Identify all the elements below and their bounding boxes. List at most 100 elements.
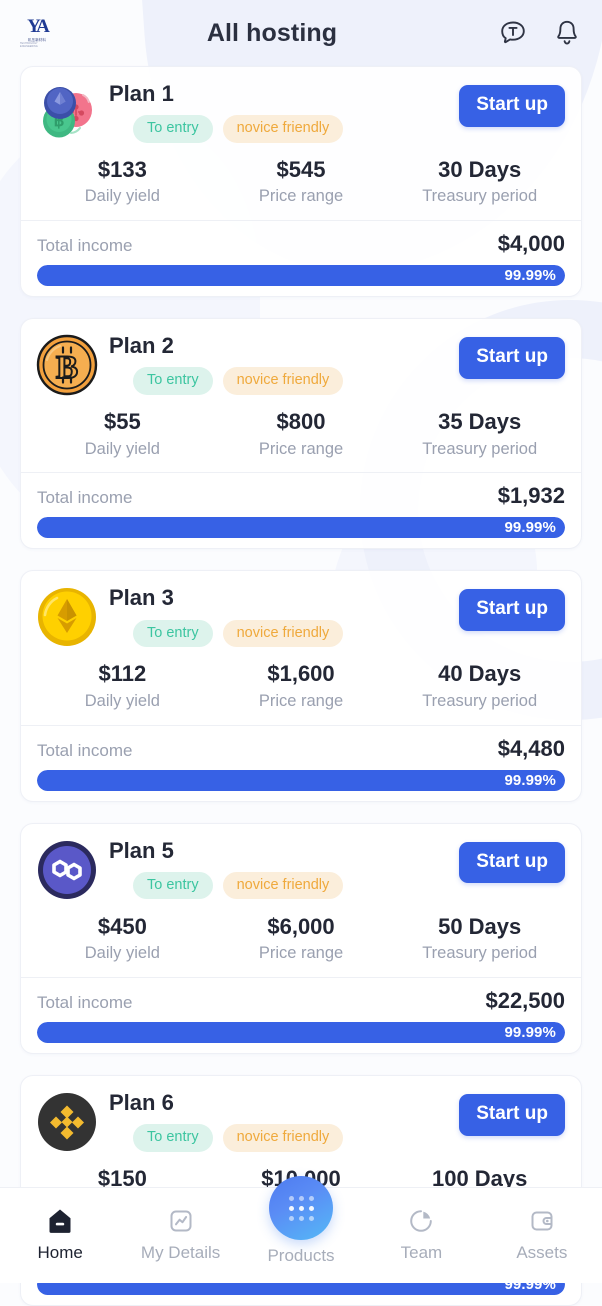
stat-label: Treasury period	[422, 691, 538, 710]
badge-to-entry: To entry	[133, 115, 213, 143]
plan-card[interactable]: Plan 5 To entry novice friendly Start up…	[20, 822, 582, 1054]
nav-item-products[interactable]: Products	[241, 1162, 361, 1266]
progress-bar: 99.99%	[37, 517, 565, 539]
plan-card[interactable]: B Plan 2 To entry novice friendly Start …	[20, 318, 582, 550]
nav-item-team[interactable]: Team	[361, 1188, 481, 1263]
binance-coin-icon	[35, 1090, 99, 1154]
stat-daily-yield: $450 Daily yield	[33, 914, 212, 964]
progress-bar: 99.99%	[37, 1021, 565, 1043]
pie-chart-icon	[405, 1202, 437, 1240]
plan-list: ฿ Plan 1 To entry novice friendly Start …	[0, 66, 602, 1306]
plan-stats: $450 Daily yield $6,000 Price range 50 D…	[21, 914, 581, 964]
ethereum-coin-icon	[35, 585, 99, 649]
coin-cluster-icon: ฿	[35, 81, 99, 145]
progress-label: 99.99%	[504, 771, 556, 789]
badge-novice-friendly: novice friendly	[222, 871, 344, 900]
total-income-label: Total income	[37, 992, 133, 1012]
stat-label: Price range	[258, 187, 344, 206]
total-income-label: Total income	[37, 236, 133, 256]
stat-treasury-period: 35 Days Treasury period	[390, 409, 569, 459]
stat-price-range: $1,600 Price range	[212, 661, 391, 711]
total-income-value: $1,932	[497, 483, 565, 509]
grid-dots-icon[interactable]	[269, 1176, 334, 1240]
stat-value: $133	[97, 157, 147, 182]
nav-label: My Details	[140, 1243, 221, 1262]
badge-novice-friendly: novice friendly	[222, 115, 344, 143]
progress-wrap: 99.99%	[21, 265, 581, 287]
total-income-row: Total income $22,500	[21, 978, 581, 1014]
progress-label: 99.99%	[504, 267, 556, 285]
home-icon	[44, 1202, 76, 1240]
start-up-button[interactable]: Start up	[459, 1093, 565, 1136]
badge-to-entry: To entry	[133, 367, 213, 396]
plan-stats: $112 Daily yield $1,600 Price range 40 D…	[21, 661, 581, 711]
stat-label: Treasury period	[422, 943, 538, 962]
total-income-label: Total income	[37, 488, 133, 508]
bottom-navigation: Home My Details Products Team Assets	[0, 1176, 602, 1283]
stat-daily-yield: $133 Daily yield	[33, 157, 212, 207]
total-income-row: Total income $4,480	[21, 726, 581, 762]
total-income-row: Total income $4,000	[21, 221, 581, 257]
nav-item-my-details[interactable]: My Details	[120, 1188, 240, 1263]
stat-daily-yield: $112 Daily yield	[33, 661, 212, 711]
start-up-button[interactable]: Start up	[459, 589, 565, 632]
translate-bubble-icon[interactable]	[496, 16, 530, 50]
stat-treasury-period: 50 Days Treasury period	[390, 914, 569, 964]
start-up-button[interactable]: Start up	[459, 85, 565, 127]
total-income-value: $4,480	[497, 735, 565, 761]
nav-item-assets[interactable]: Assets	[482, 1188, 602, 1263]
stat-value: 30 Days	[438, 157, 522, 182]
notification-bell-icon[interactable]	[550, 16, 584, 50]
progress-wrap: 99.99%	[21, 769, 581, 791]
total-income-label: Total income	[37, 740, 133, 760]
progress-wrap: 99.99%	[21, 517, 581, 539]
stat-value: $1,600	[267, 661, 335, 687]
stat-value: $800	[276, 409, 326, 435]
stat-value: $545	[276, 157, 326, 182]
progress-fill: 99.99%	[37, 769, 565, 791]
progress-fill: 99.99%	[37, 265, 565, 287]
stat-value: $112	[98, 661, 147, 687]
plan-card[interactable]: Plan 3 To entry novice friendly Start up…	[20, 570, 582, 802]
stat-label: Daily yield	[84, 691, 160, 710]
total-income-row: Total income $1,932	[21, 473, 581, 509]
svg-text:B: B	[56, 350, 78, 386]
badge-to-entry: To entry	[133, 871, 213, 900]
badge-to-entry: To entry	[133, 619, 213, 648]
bitcoin-coin-icon: B	[35, 333, 99, 397]
stat-label: Daily yield	[84, 439, 160, 458]
stat-label: Price range	[258, 943, 344, 962]
plan-stats: $133 Daily yield $545 Price range 30 Day…	[21, 157, 581, 207]
badge-novice-friendly: novice friendly	[222, 1123, 344, 1152]
stat-value: $450	[97, 913, 147, 939]
stat-treasury-period: 30 Days Treasury period	[390, 157, 569, 207]
plan-card[interactable]: ฿ Plan 1 To entry novice friendly Start …	[20, 66, 582, 298]
nav-label: Team	[400, 1243, 443, 1262]
plan-stats: $55 Daily yield $800 Price range 35 Days…	[21, 409, 581, 459]
stat-daily-yield: $55 Daily yield	[33, 409, 212, 459]
start-up-button[interactable]: Start up	[459, 337, 565, 380]
stat-label: Treasury period	[422, 439, 538, 458]
total-income-value: $22,500	[485, 987, 565, 1013]
polygon-coin-icon	[35, 838, 99, 902]
stat-value: 35 Days	[438, 409, 522, 435]
wallet-icon	[526, 1202, 558, 1240]
progress-bar: 99.99%	[37, 769, 565, 791]
nav-label: Assets	[516, 1243, 568, 1262]
logo-monogram: YA	[27, 16, 50, 38]
nav-item-home[interactable]: Home	[0, 1188, 120, 1263]
stat-label: Price range	[258, 691, 344, 710]
progress-fill: 99.99%	[37, 1021, 565, 1043]
stat-label: Daily yield	[84, 943, 160, 962]
app-header: YA 机压新材料 TECHNOLOGY ENGINEERING All host…	[0, 0, 602, 66]
badge-novice-friendly: novice friendly	[222, 367, 344, 396]
stat-price-range: $800 Price range	[212, 409, 391, 459]
start-up-button[interactable]: Start up	[459, 841, 565, 884]
progress-fill: 99.99%	[37, 517, 565, 539]
stat-value: $55	[103, 409, 141, 435]
stat-price-range: $6,000 Price range	[212, 914, 391, 964]
stat-price-range: $545 Price range	[212, 157, 391, 207]
progress-wrap: 99.99%	[21, 1021, 581, 1043]
progress-label: 99.99%	[504, 519, 556, 537]
total-income-value: $4,000	[497, 231, 565, 257]
